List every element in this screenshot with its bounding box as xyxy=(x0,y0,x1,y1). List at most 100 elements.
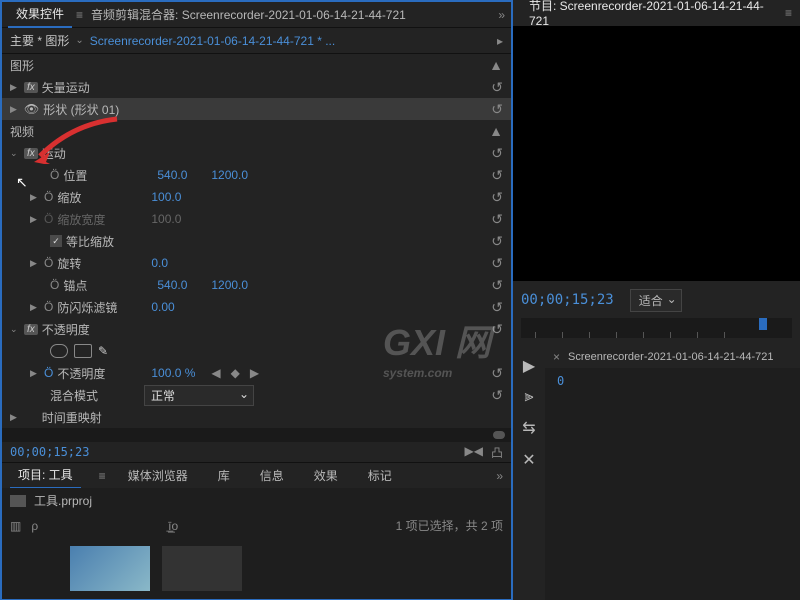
rect-mask-icon[interactable] xyxy=(74,344,92,358)
stopwatch-icon[interactable]: Ö xyxy=(50,168,59,182)
row-blend-mode[interactable]: 混合模式 正常 ↺ xyxy=(2,384,511,406)
close-icon[interactable]: × xyxy=(553,350,560,364)
overflow-icon[interactable]: » xyxy=(496,469,503,483)
row-anchor[interactable]: Ö 锚点 540.0 1200.0 ↺ xyxy=(2,274,511,296)
expand-icon[interactable]: ▶ xyxy=(10,82,20,93)
uniform-checkbox[interactable]: ✓ xyxy=(50,235,62,247)
reset-icon[interactable]: ↺ xyxy=(491,255,503,272)
fx-badge-icon[interactable]: fx xyxy=(24,148,38,159)
horiz-scrollbar[interactable] xyxy=(2,428,511,442)
row-uniform-scale[interactable]: ✓ 等比缩放 ↺ xyxy=(2,230,511,252)
zoom-dropdown[interactable]: 适合 xyxy=(630,289,682,312)
stopwatch-icon[interactable]: Ö xyxy=(44,256,53,270)
reset-icon[interactable]: ↺ xyxy=(491,145,503,162)
stopwatch-icon[interactable]: Ö xyxy=(44,366,53,380)
ellipse-mask-icon[interactable] xyxy=(50,344,68,358)
antiflicker-value[interactable]: 0.00 xyxy=(151,300,201,314)
anchor-y[interactable]: 1200.0 xyxy=(211,278,261,292)
scroll-thumb[interactable] xyxy=(493,431,505,439)
clip-thumbnail[interactable] xyxy=(162,546,242,591)
collapse-icon[interactable]: ▲ xyxy=(489,57,503,73)
reset-icon[interactable]: ↺ xyxy=(491,365,503,382)
row-position[interactable]: Ö 位置 540.0 1200.0 ↺ xyxy=(2,164,511,186)
track-select-tool-icon[interactable]: ⫸ xyxy=(524,388,533,406)
add-keyframe-icon[interactable]: ◆ xyxy=(231,366,240,380)
playhead-marker[interactable] xyxy=(759,318,767,330)
timecode[interactable]: 00;00;15;23 xyxy=(10,445,89,459)
panel-menu-icon[interactable]: ≡ xyxy=(785,6,792,20)
tab-audio-mixer[interactable]: 音频剪辑混合器: Screenrecorder-2021-01-06-14-21… xyxy=(83,2,414,27)
expand-icon[interactable]: ▶ xyxy=(30,368,40,379)
expand-icon[interactable]: ⌄ xyxy=(10,148,20,159)
row-opacity-effect[interactable]: ⌄ fx 不透明度 ↺ xyxy=(2,318,511,340)
row-scale[interactable]: ▶ Ö 缩放 100.0 ↺ xyxy=(2,186,511,208)
row-antiflicker[interactable]: ▶ Ö 防闪烁滤镜 0.00 ↺ xyxy=(2,296,511,318)
opacity-value[interactable]: 100.0 % xyxy=(151,366,201,380)
tab-markers[interactable]: 标记 xyxy=(360,463,400,488)
row-vector-motion[interactable]: ▶ fx 矢量运动 ↺ xyxy=(2,76,511,98)
row-time-remap[interactable]: ▶ fx 时间重映射 xyxy=(2,406,511,428)
row-rotation[interactable]: ▶ Ö 旋转 0.0 ↺ xyxy=(2,252,511,274)
panel-menu-icon[interactable]: ≡ xyxy=(99,469,106,483)
tab-sequence[interactable]: Screenrecorder-2021-01-06-14-21-44-721 xyxy=(568,351,773,363)
reset-icon[interactable]: ↺ xyxy=(491,277,503,294)
chevron-down-icon[interactable]: ⌄ xyxy=(75,35,83,46)
pen-mask-icon[interactable]: ✎ xyxy=(98,344,108,358)
tab-library[interactable]: 库 xyxy=(210,463,238,488)
overflow-icon[interactable]: » xyxy=(498,8,505,22)
rotation-value[interactable]: 0.0 xyxy=(151,256,201,270)
reset-icon[interactable]: ↺ xyxy=(491,189,503,206)
panel-menu-icon[interactable]: ≡ xyxy=(76,8,83,22)
reset-icon[interactable]: ↺ xyxy=(491,299,503,316)
row-shape[interactable]: ▶ 👁 形状 (形状 01) ↺ xyxy=(2,98,511,120)
position-x[interactable]: 540.0 xyxy=(157,168,207,182)
expand-icon[interactable]: ⌄ xyxy=(10,324,20,335)
expand-icon[interactable]: ▶ xyxy=(30,302,40,313)
search-icon[interactable]: ρ xyxy=(31,519,38,533)
tab-project[interactable]: 项目: 工具 xyxy=(10,462,81,489)
stopwatch-icon[interactable]: Ö xyxy=(50,278,59,292)
group-video[interactable]: 视频 ▲ xyxy=(2,120,511,142)
selection-tool-icon[interactable]: ▶ xyxy=(523,356,535,376)
anchor-x[interactable]: 540.0 xyxy=(157,278,207,292)
tab-media-browser[interactable]: 媒体浏览器 xyxy=(120,463,196,488)
sequence-pos[interactable]: 0 xyxy=(557,374,564,388)
playhead-icon[interactable]: ▸ xyxy=(497,34,503,48)
reset-icon[interactable]: ↺ xyxy=(491,233,503,250)
blend-dropdown[interactable]: 正常 xyxy=(144,385,254,406)
row-motion[interactable]: ⌄ fx 运动 ↺ xyxy=(2,142,511,164)
export-icon[interactable]: 凸 xyxy=(491,444,503,461)
expand-icon[interactable]: ▶ xyxy=(10,412,20,423)
reset-icon[interactable]: ↺ xyxy=(491,167,503,184)
program-monitor[interactable] xyxy=(513,26,800,281)
clip-link[interactable]: Screenrecorder-2021-01-06-14-21-44-721 *… xyxy=(90,34,335,48)
clip-thumbnail[interactable] xyxy=(70,546,150,591)
reset-icon[interactable]: ↺ xyxy=(491,321,503,338)
stopwatch-icon[interactable]: Ö xyxy=(44,190,53,204)
filter-bin-icon[interactable]: ▥ xyxy=(10,519,21,533)
sort-icon[interactable]: ī̲̲o xyxy=(168,519,178,533)
group-graphic[interactable]: 图形 ▲ xyxy=(2,54,511,76)
eye-icon[interactable]: 👁 xyxy=(24,102,39,116)
tab-effects[interactable]: 效果 xyxy=(306,463,346,488)
reset-icon[interactable]: ↺ xyxy=(491,79,503,96)
tab-info[interactable]: 信息 xyxy=(252,463,292,488)
toggle-icon[interactable]: ▶◀ xyxy=(465,444,483,461)
program-ruler[interactable] xyxy=(521,318,792,338)
next-keyframe-icon[interactable]: ▶ xyxy=(250,366,259,380)
scale-value[interactable]: 100.0 xyxy=(151,190,201,204)
reset-icon[interactable]: ↺ xyxy=(491,387,503,404)
prev-keyframe-icon[interactable]: ◀ xyxy=(211,366,220,380)
expand-icon[interactable]: ▶ xyxy=(30,192,40,203)
position-y[interactable]: 1200.0 xyxy=(211,168,261,182)
razor-tool-icon[interactable]: ✕ xyxy=(522,450,535,470)
row-opacity-prop[interactable]: ▶ Ö 不透明度 100.0 % ◀ ◆ ▶ ↺ xyxy=(2,362,511,384)
stopwatch-icon[interactable]: Ö xyxy=(44,300,53,314)
tab-effect-controls[interactable]: 效果控件 xyxy=(8,1,72,28)
fx-badge-icon[interactable]: fx xyxy=(24,82,38,93)
reset-icon[interactable]: ↺ xyxy=(491,101,503,118)
ripple-tool-icon[interactable]: ⇆ xyxy=(522,418,535,438)
fx-badge-icon[interactable]: fx xyxy=(24,324,38,335)
collapse-icon[interactable]: ▲ xyxy=(489,123,503,139)
program-timecode[interactable]: 00;00;15;23 xyxy=(521,292,614,308)
